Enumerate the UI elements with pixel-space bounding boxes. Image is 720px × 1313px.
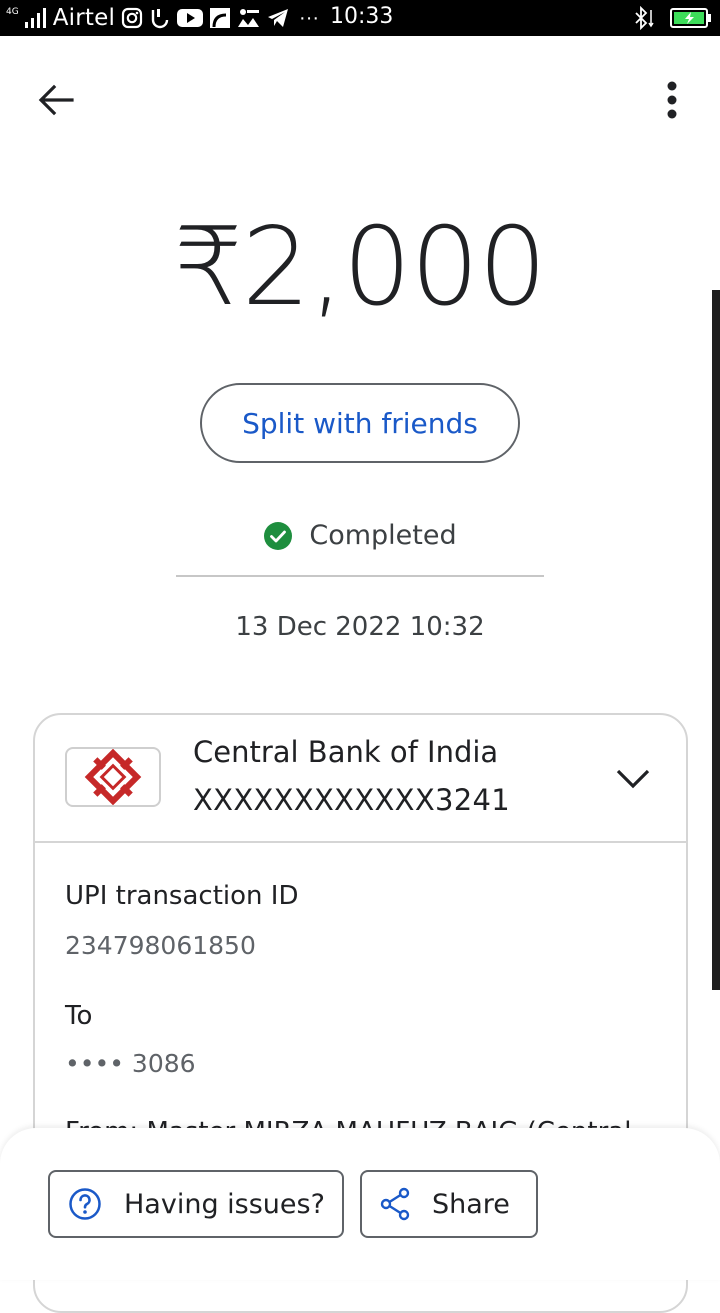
youtube-icon xyxy=(177,9,204,27)
upi-id-label: UPI transaction ID xyxy=(65,881,299,911)
more-options-button[interactable] xyxy=(652,78,692,122)
transaction-datetime: 13 Dec 2022 10:32 xyxy=(235,612,485,642)
bluetooth-icon xyxy=(635,6,654,30)
share-icon xyxy=(380,1187,410,1221)
instagram-icon xyxy=(121,7,143,29)
status-right xyxy=(632,0,712,36)
status-divider xyxy=(176,575,544,577)
telegram-icon xyxy=(268,9,289,27)
status-left: 4G Airtel ··· xyxy=(6,0,319,36)
ipl-icon xyxy=(238,9,260,27)
app-icon xyxy=(210,8,231,28)
chevron-down-icon xyxy=(616,769,650,789)
having-issues-button[interactable]: Having issues? xyxy=(48,1170,344,1238)
arrow-back-icon xyxy=(38,84,74,116)
more-vert-icon xyxy=(667,81,677,119)
signal-icon xyxy=(24,8,46,28)
scrollbar[interactable] xyxy=(712,290,720,990)
back-button[interactable] xyxy=(36,80,76,120)
upi-id-value: 234798061850 xyxy=(65,931,256,960)
clock: 10:33 xyxy=(330,4,394,29)
battery-charging-icon xyxy=(670,8,711,28)
to-label: To xyxy=(65,1001,93,1031)
transaction-status: Completed xyxy=(0,520,720,551)
notification-icon xyxy=(151,9,169,29)
status-label: Completed xyxy=(309,520,457,551)
split-with-friends-button[interactable]: Split with friends xyxy=(200,383,520,463)
share-label: Share xyxy=(432,1188,510,1220)
bank-account-header[interactable]: Central Bank of India XXXXXXXXXXXX3241 xyxy=(35,715,686,843)
more-notifications: ··· xyxy=(299,6,320,29)
status-bar: 4G Airtel ··· 10:33 xyxy=(0,0,720,36)
bank-logo xyxy=(65,747,161,807)
to-value: •••• 3086 xyxy=(65,1049,196,1078)
network-type: 4G xyxy=(6,6,19,17)
bank-name: Central Bank of India xyxy=(193,735,499,769)
carrier-name: Airtel xyxy=(52,5,116,31)
having-issues-label: Having issues? xyxy=(124,1188,325,1220)
help-icon xyxy=(69,1188,101,1220)
central-bank-logo-icon xyxy=(84,749,142,805)
transaction-amount: ₹2,000 xyxy=(174,205,547,330)
bottom-action-bar: Having issues? Share xyxy=(0,1128,720,1280)
share-button[interactable]: Share xyxy=(360,1170,538,1238)
account-number: XXXXXXXXXXXX3241 xyxy=(193,783,511,817)
check-circle-icon xyxy=(264,521,293,550)
